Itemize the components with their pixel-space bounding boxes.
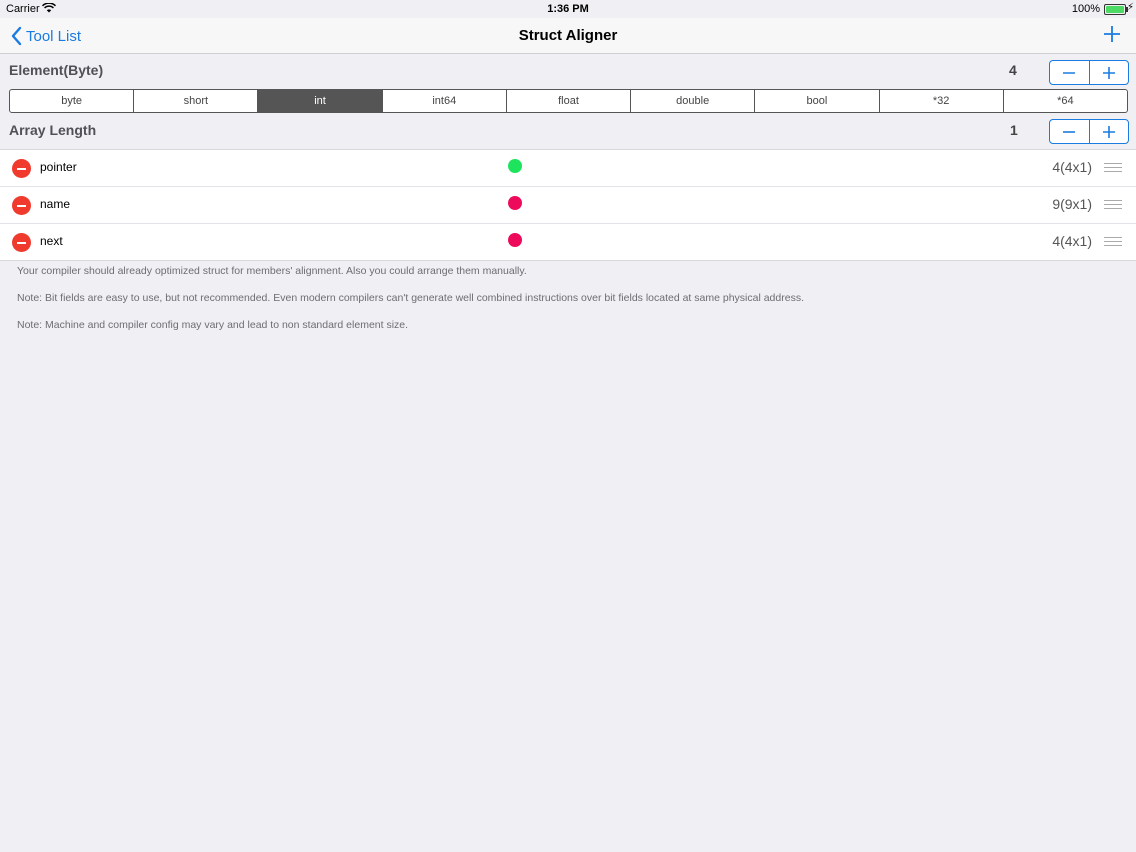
type-option-6[interactable]: bool [755, 90, 880, 112]
array-length-value: 1 [1010, 122, 1018, 138]
type-option-8[interactable]: *64 [1004, 90, 1127, 112]
element-size-value: 4 [1009, 62, 1017, 78]
type-option-5[interactable]: double [631, 90, 756, 112]
element-increment-button[interactable] [1088, 61, 1129, 84]
minus-icon [1063, 71, 1076, 74]
note-text: Note: Machine and compiler config may va… [17, 319, 409, 331]
member-row[interactable]: name 9(9x1) [0, 187, 1136, 224]
array-decrement-button[interactable] [1050, 120, 1089, 143]
plus-icon [1102, 125, 1115, 138]
array-increment-button[interactable] [1088, 120, 1129, 143]
member-row[interactable]: next 4(4x1) [0, 224, 1136, 260]
members-table: pointer 4(4x1) name 9(9x1) next 4(4x1) [0, 149, 1136, 261]
element-decrement-button[interactable] [1050, 61, 1089, 84]
alignment-status-dot [508, 196, 522, 210]
member-row[interactable]: pointer 4(4x1) [0, 150, 1136, 187]
alignment-status-dot [508, 159, 522, 173]
add-button[interactable] [1102, 24, 1122, 44]
type-option-4[interactable]: float [507, 90, 632, 112]
type-option-2[interactable]: int [258, 90, 383, 112]
member-size: 4(4x1) [1052, 233, 1092, 249]
type-segmented-control: byte short int int64 float double bool *32 *64 [9, 89, 1128, 113]
member-name: name [40, 197, 71, 211]
battery-percent: 100% [1071, 3, 1100, 15]
reorder-handle-icon[interactable] [1104, 237, 1122, 246]
array-length-label: Array Length [9, 122, 97, 138]
member-name: pointer [40, 160, 77, 174]
array-length-stepper [1049, 119, 1129, 144]
type-option-1[interactable]: short [134, 90, 259, 112]
charging-icon: ⚡ [1126, 2, 1134, 13]
member-name: next [40, 234, 63, 248]
alignment-status-dot [508, 233, 522, 247]
notes: Your compiler should already optimized s… [17, 265, 804, 346]
navigation-bar: Tool List Struct Aligner [0, 18, 1136, 54]
reorder-handle-icon[interactable] [1104, 163, 1122, 172]
status-bar: Carrier 1:36 PM 100% ⚡ [0, 0, 1136, 18]
page-title: Struct Aligner [518, 27, 618, 44]
reorder-handle-icon[interactable] [1104, 200, 1122, 209]
member-size: 4(4x1) [1052, 159, 1092, 175]
type-option-0[interactable]: byte [10, 90, 135, 112]
member-size: 9(9x1) [1052, 196, 1092, 212]
type-option-3[interactable]: int64 [383, 90, 507, 112]
minus-icon [1063, 130, 1076, 133]
note-text: Your compiler should already optimized s… [17, 265, 527, 277]
delete-member-icon[interactable] [12, 159, 31, 178]
plus-icon [1102, 66, 1115, 79]
delete-member-icon[interactable] [12, 196, 31, 215]
element-size-stepper [1049, 60, 1129, 85]
clock: 1:36 PM [547, 3, 589, 15]
delete-member-icon[interactable] [12, 233, 31, 252]
note-text: Note: Bit fields are easy to use, but no… [17, 292, 804, 304]
element-size-label: Element(Byte) [9, 62, 104, 78]
type-option-7[interactable]: *32 [880, 90, 1004, 112]
battery-icon [1104, 4, 1128, 15]
